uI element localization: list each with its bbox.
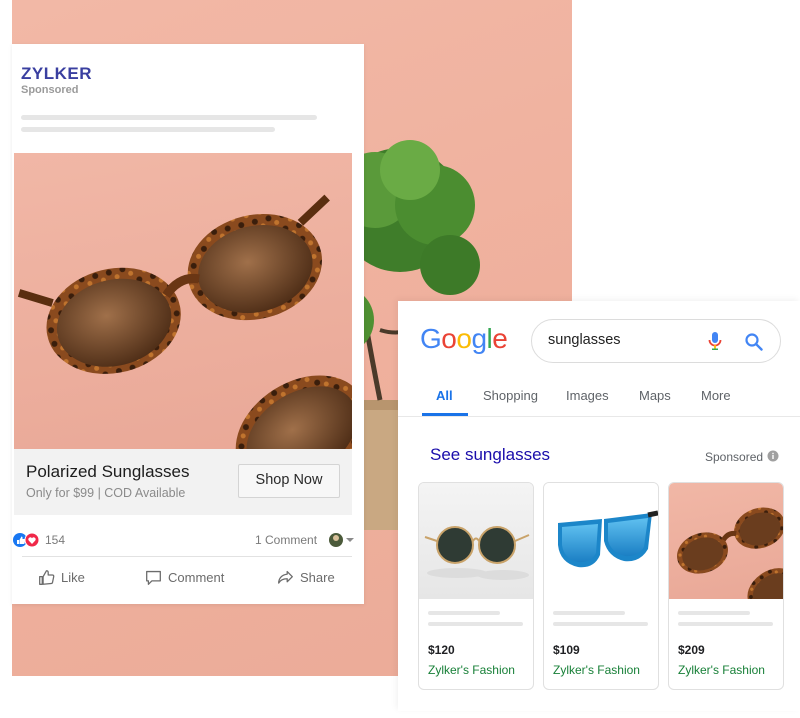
text-placeholder-line — [678, 611, 750, 615]
google-logo: Google — [420, 323, 508, 355]
search-icon[interactable] — [744, 332, 764, 352]
comment-button[interactable]: Comment — [145, 567, 224, 587]
like-label: Like — [61, 569, 85, 585]
tab-more[interactable]: More — [701, 388, 731, 403]
product-store: Zylker's Fashion — [428, 663, 515, 677]
google-logo-letter: e — [492, 323, 508, 354]
shop-now-button[interactable]: Shop Now — [238, 464, 340, 498]
thumbs-up-icon — [39, 569, 55, 585]
text-placeholder-line — [21, 127, 275, 132]
product-store: Zylker's Fashion — [553, 663, 640, 677]
product-store: Zylker's Fashion — [678, 663, 765, 677]
product-image — [669, 483, 783, 599]
google-logo-letter: o — [441, 323, 457, 354]
mic-icon[interactable] — [708, 331, 722, 351]
facebook-ad-card: ZYLKER Sponsored Polarized Sunglasses On… — [12, 44, 364, 604]
tab-all[interactable]: All — [436, 388, 453, 403]
share-icon — [278, 570, 293, 584]
ad-info-bar: Polarized Sunglasses Only for $99 | COD … — [14, 449, 352, 515]
sponsored-label: Sponsored — [21, 84, 79, 96]
google-logo-letter: g — [471, 323, 487, 354]
like-button[interactable]: Like — [38, 567, 85, 587]
text-placeholder-line — [428, 611, 500, 615]
comment-count[interactable]: 1 Comment — [255, 533, 317, 547]
text-placeholder-line — [553, 622, 648, 626]
tab-shopping[interactable]: Shopping — [483, 388, 538, 403]
search-box[interactable] — [531, 319, 781, 363]
ad-product-title: Polarized Sunglasses — [26, 462, 190, 481]
google-search-card: Google All Shopping Images Maps More See… — [398, 301, 800, 711]
reactions-row: 154 1 Comment — [12, 532, 364, 550]
comment-icon — [146, 570, 161, 585]
share-label: Share — [300, 569, 335, 585]
avatar-dropdown-icon[interactable] — [328, 532, 356, 548]
sponsored-label: Sponsored — [705, 450, 764, 464]
like-love-reaction-icons[interactable] — [12, 532, 42, 548]
text-placeholder-line — [553, 611, 625, 615]
brand-name[interactable]: ZYLKER — [21, 64, 92, 84]
product-card[interactable]: $120 Zylker's Fashion — [418, 482, 534, 690]
product-card[interactable]: $209 Zylker's Fashion — [668, 482, 784, 690]
tab-images[interactable]: Images — [566, 388, 609, 403]
comment-label: Comment — [168, 569, 225, 585]
divider — [398, 416, 800, 417]
reaction-count[interactable]: 154 — [45, 533, 65, 547]
text-placeholder-line — [428, 622, 523, 626]
ad-product-image[interactable] — [14, 153, 352, 449]
text-placeholder-line — [21, 115, 317, 120]
product-price: $109 — [553, 643, 580, 657]
product-image — [419, 483, 533, 599]
text-placeholder-line — [678, 622, 773, 626]
product-price: $209 — [678, 643, 705, 657]
product-image — [544, 483, 658, 599]
shopping-results-title[interactable]: See sunglasses — [430, 445, 550, 465]
divider — [22, 556, 352, 557]
share-button[interactable]: Share — [277, 567, 335, 587]
tab-maps[interactable]: Maps — [639, 388, 671, 403]
product-card[interactable]: $109 Zylker's Fashion — [543, 482, 659, 690]
ad-product-subtitle: Only for $99 | COD Available — [26, 486, 186, 500]
search-input[interactable] — [548, 332, 698, 348]
product-price: $120 — [428, 643, 455, 657]
google-logo-letter: G — [420, 323, 442, 354]
info-icon[interactable] — [767, 450, 779, 462]
google-logo-letter: o — [456, 323, 472, 354]
